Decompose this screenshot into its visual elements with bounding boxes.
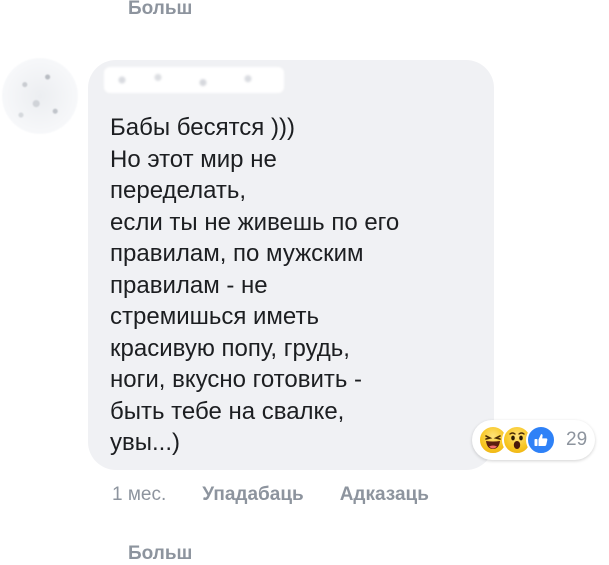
like-button[interactable]: Упадабаць <box>202 484 303 506</box>
reactions-summary[interactable]: 29 <box>472 420 596 460</box>
comment-timestamp[interactable]: 1 мес. <box>112 484 166 506</box>
avatar[interactable] <box>2 58 78 134</box>
comment-actions: 1 мес. Упадабаць Адказаць <box>112 484 429 506</box>
reaction-count: 29 <box>566 429 588 450</box>
reply-button[interactable]: Адказаць <box>340 484 429 506</box>
comment-thread: Больш Бабы бесятся ))) Но этот мир не пе… <box>0 0 609 565</box>
comment-text: Бабы бесятся ))) Но этот мир не передела… <box>110 114 400 456</box>
author-name-blurred[interactable] <box>104 67 284 93</box>
more-link-top[interactable]: Больш <box>128 0 192 20</box>
more-link-bottom[interactable]: Больш <box>128 543 192 565</box>
like-icon <box>526 425 556 455</box>
